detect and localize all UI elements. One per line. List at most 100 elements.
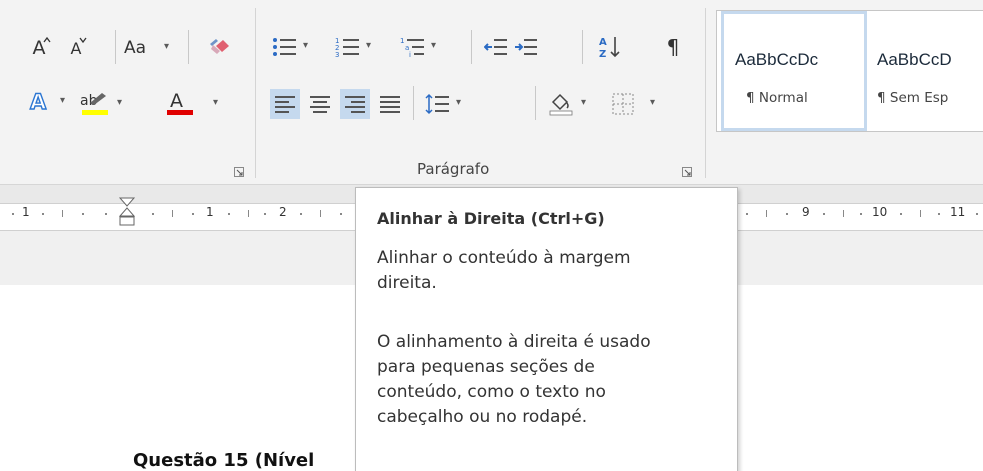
multilevel-list-icon: 1 a i [400, 37, 424, 58]
highlight-color-button[interactable]: ab ▾ [80, 88, 134, 120]
borders-button[interactable]: ▾ [612, 89, 662, 119]
multilevel-list-button[interactable]: 1 a i ▾ [400, 32, 444, 62]
eraser-icon [210, 39, 229, 54]
ruler-label: 1 [22, 205, 30, 219]
decrease-indent-button[interactable] [483, 34, 509, 60]
decrease-indent-icon [484, 39, 507, 55]
ruler-mark [823, 213, 825, 215]
shading-button[interactable]: ▾ [548, 89, 596, 119]
highlighter-icon [90, 93, 106, 105]
style-sample: AaBbCcDc [735, 50, 819, 69]
chevron-down-icon: ▾ [164, 41, 170, 52]
document-text[interactable]: Questão 15 (Nível [133, 450, 314, 471]
borders-icon [612, 93, 634, 115]
shrink-font-button[interactable]: A [63, 34, 89, 62]
sort-button[interactable]: A Z [595, 32, 625, 62]
ruler-mark [843, 210, 844, 217]
numbering-button[interactable]: 1 2 3 ▾ [335, 32, 379, 62]
ruler-mark [300, 213, 302, 215]
ruler-mark [786, 213, 788, 215]
change-case-label: Aa [124, 38, 147, 58]
align-right-button[interactable] [340, 89, 370, 119]
ruler-mark [82, 213, 84, 215]
sort-az-icon: A Z [599, 37, 620, 59]
tooltip-line: Alinhar o conteúdo à margem [377, 248, 631, 268]
svg-text:i: i [409, 51, 411, 58]
grow-font-button[interactable]: A [26, 34, 52, 62]
font-separator [115, 30, 116, 64]
paragraph-separator [471, 30, 472, 64]
chevron-down-icon: ▾ [431, 40, 437, 51]
pilcrow-icon: ¶ [666, 35, 680, 59]
ruler-mark [320, 210, 321, 217]
ruler-mark [746, 213, 748, 215]
tooltip-line: O alinhamento à direita é usado [377, 332, 651, 352]
highlight-color-bar [82, 110, 108, 115]
paragraph-group-label: Parágrafo [417, 160, 490, 178]
tooltip-line: para pequenas seções de [377, 357, 595, 377]
justify-icon [380, 96, 400, 113]
increase-indent-button[interactable] [513, 34, 539, 60]
caret-down-icon [79, 37, 87, 44]
style-name: ¶ Normal [746, 90, 808, 106]
style-sample: AaBbCcD [877, 50, 952, 69]
ruler-mark [62, 210, 63, 217]
ruler-mark [900, 213, 902, 215]
ruler-label: 9 [802, 205, 810, 219]
align-center-button[interactable] [305, 89, 335, 119]
tooltip-line: cabeçalho ou no rodapé. [377, 407, 588, 427]
svg-text:1: 1 [400, 37, 404, 45]
chevron-down-icon: ▾ [581, 97, 587, 108]
chevron-down-icon: ▾ [366, 40, 372, 51]
paragraph-separator-2 [582, 30, 583, 64]
line-spacing-icon [425, 93, 449, 115]
style-sem-espacamento[interactable]: AaBbCcD ¶ Sem Esp [871, 11, 983, 131]
svg-text:Z: Z [599, 49, 606, 59]
ruler-mark [42, 213, 44, 215]
chevron-down-icon: ▾ [60, 95, 66, 106]
svg-text:3: 3 [335, 51, 339, 58]
change-case-button[interactable]: Aa ▾ [124, 34, 178, 62]
ruler-label: 10 [872, 205, 888, 219]
font-dialog-launcher-icon[interactable] [234, 167, 244, 177]
ruler-mark [228, 213, 230, 215]
ruler-label: 11 [950, 205, 966, 219]
caret-up-icon [43, 36, 51, 43]
numbered-list-icon: 1 2 3 [335, 37, 359, 58]
ruler-label: 1 [206, 205, 214, 219]
align-left-icon [275, 96, 295, 113]
ruler-mark [340, 213, 342, 215]
ruler-mark [248, 210, 249, 217]
ruler-mark [192, 213, 194, 215]
chevron-down-icon: ▾ [456, 97, 462, 108]
ruler-mark [172, 210, 173, 217]
clear-formatting-button[interactable] [204, 34, 234, 62]
tooltip-line: conteúdo, como o texto no [377, 382, 606, 402]
styles-gallery: AaBbCcDc ¶ Normal AaBbCcD ¶ Sem Esp [716, 10, 983, 132]
line-spacing-button[interactable]: ▾ [425, 89, 469, 119]
tooltip-title: Alinhar à Direita (Ctrl+G) [377, 209, 605, 228]
ruler-mark [920, 210, 921, 217]
style-normal[interactable]: AaBbCcDc ¶ Normal [721, 11, 867, 131]
ruler-mark [938, 213, 940, 215]
ruler-label: 2 [279, 205, 287, 219]
text-effects-button[interactable]: A ▾ [29, 88, 74, 116]
ruler-mark [105, 213, 107, 215]
chevron-down-icon: ▾ [303, 40, 309, 51]
group-separator [255, 8, 256, 178]
tooltip-align-right: Alinhar à Direita (Ctrl+G) Alinhar o con… [355, 187, 738, 471]
bullet-list-icon [273, 38, 296, 56]
font-color-bar [167, 110, 193, 115]
align-left-button[interactable] [270, 89, 300, 119]
bullets-button[interactable]: ▾ [272, 32, 316, 62]
paragraph-separator-4 [535, 86, 536, 120]
paragraph-dialog-launcher-icon[interactable] [682, 167, 692, 177]
increase-indent-icon [515, 39, 537, 55]
justify-button[interactable] [375, 89, 405, 119]
ruler-mark [152, 213, 154, 215]
show-paragraph-marks-button[interactable]: ¶ [660, 32, 686, 62]
chevron-down-icon: ▾ [117, 97, 123, 108]
align-right-icon [345, 96, 365, 113]
font-color-button[interactable]: A ▾ [165, 88, 219, 120]
chevron-down-icon: ▾ [650, 97, 656, 108]
